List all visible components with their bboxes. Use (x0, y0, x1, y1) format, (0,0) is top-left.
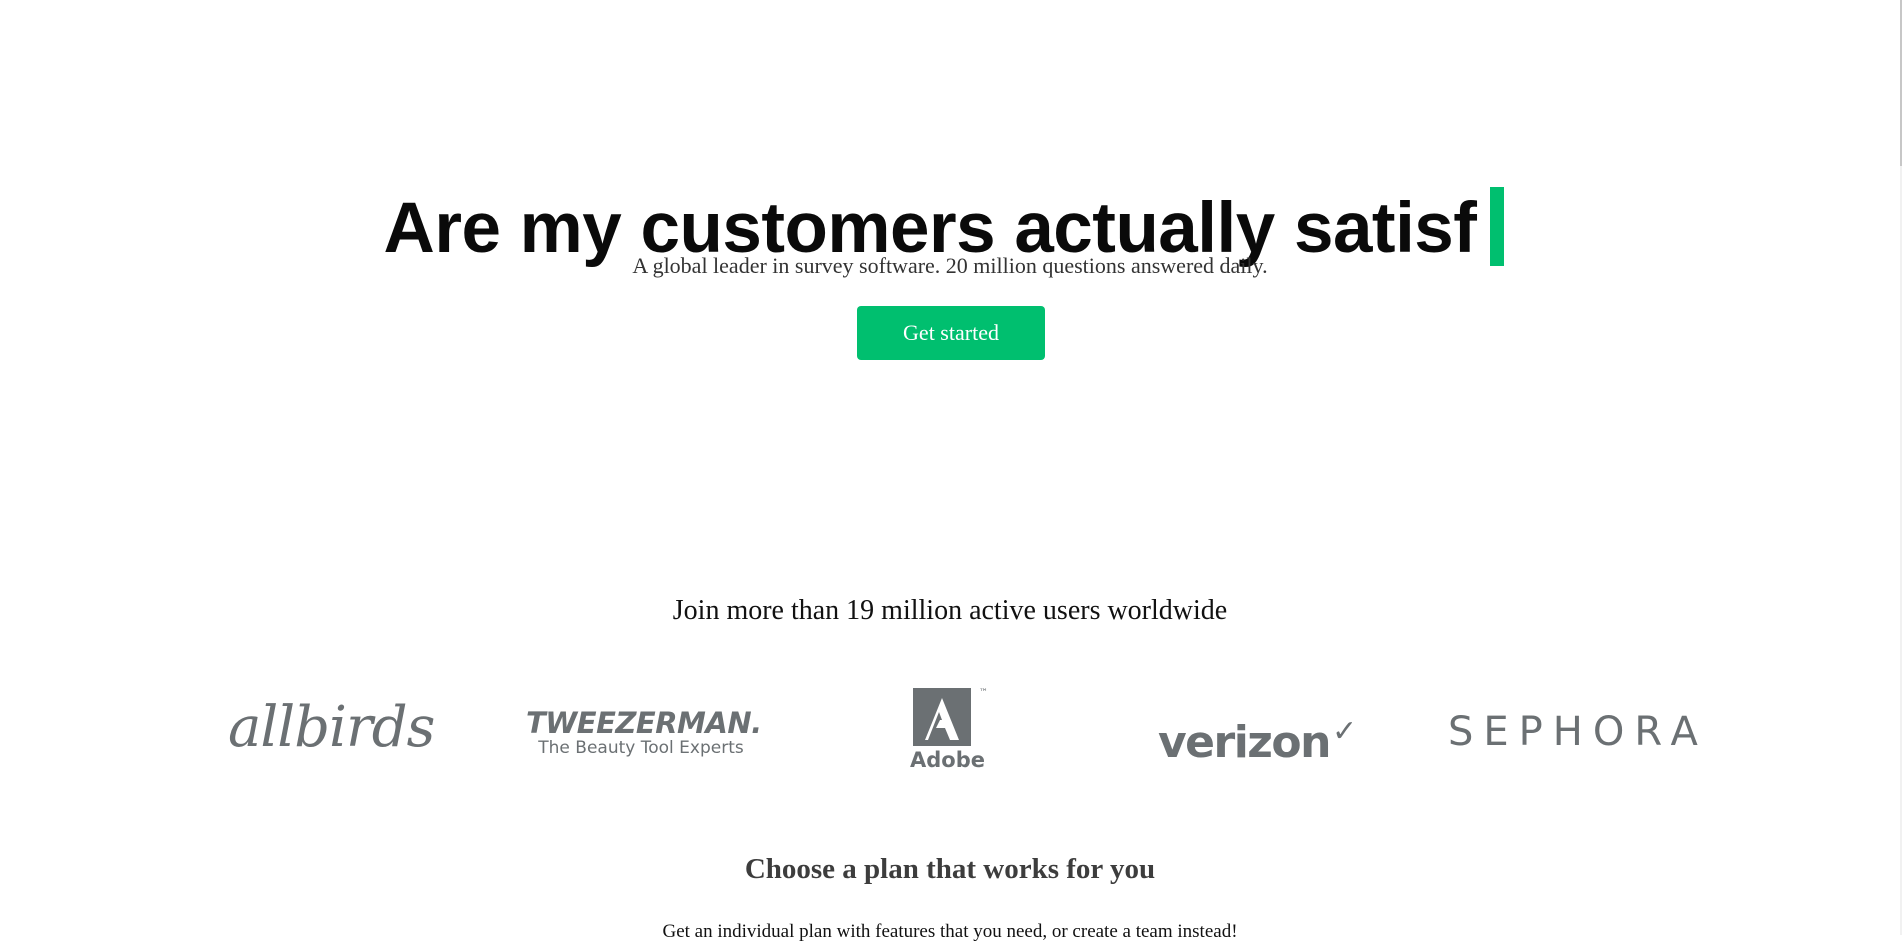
plans-heading: Choose a plan that works for you (744, 853, 1156, 886)
checkmark-icon: ✓ (1331, 714, 1357, 749)
adobe-mark-icon (913, 688, 971, 746)
adobe-trademark: ™ (979, 688, 988, 698)
tweezerman-tagline: The Beauty Tool Experts (538, 738, 744, 758)
allbirds-logo: allbirds (228, 695, 435, 760)
adobe-logo: ™ Adobe (910, 688, 988, 772)
hero-subtitle: A global leader in survey software. 20 m… (632, 253, 1268, 278)
customer-logos: allbirds TWEEZERMAN. The Beauty Tool Exp… (0, 680, 1900, 780)
plans-subheading: Get an individual plan with features tha… (662, 921, 1238, 942)
verizon-logo: verizon✓ (1158, 708, 1357, 768)
tweezerman-wordmark: TWEEZERMAN. (526, 706, 762, 740)
sephora-logo: SEPHORA (1448, 709, 1708, 755)
tweezerman-logo: TWEEZERMAN. The Beauty Tool Experts (526, 706, 762, 758)
landing-page: Are my customers actually satisf A globa… (0, 0, 1900, 942)
adobe-wordmark: Adobe (910, 748, 985, 772)
verizon-wordmark: verizon (1158, 717, 1331, 768)
get-started-button[interactable]: Get started (857, 306, 1045, 360)
social-proof-headline: Join more than 19 million active users w… (672, 595, 1228, 626)
